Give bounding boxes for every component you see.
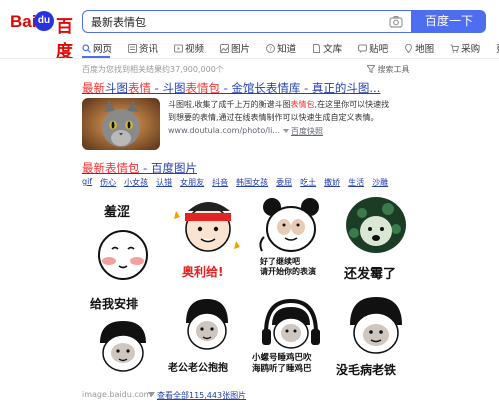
tag-girlfriend[interactable]: 女朋友 bbox=[180, 177, 204, 188]
search-button[interactable]: 百度一下 bbox=[412, 10, 486, 33]
tab-label: 知道 bbox=[277, 44, 297, 55]
image-grid: 羞涩 奥利给! 好了继续吧 请开始你的表演 还发霉了 给我安排 老公老公抱抱 小… bbox=[82, 191, 417, 385]
header-divider bbox=[0, 58, 499, 59]
doc-icon bbox=[313, 43, 321, 53]
snapshot-label: 百度快照 bbox=[291, 127, 323, 136]
map-icon bbox=[405, 43, 413, 53]
tab-purchase[interactable]: 采购 bbox=[450, 40, 480, 56]
title-highlight: 表情 bbox=[128, 81, 151, 95]
image-tag-list: gif 伤心 小女孩 认错 女朋友 抖音 韩国女孩 委屈 吃土 撒娇 生活 沙雕 bbox=[82, 177, 396, 188]
caret-down-icon bbox=[283, 129, 289, 133]
meme-image-aoligei[interactable]: 奥利给! bbox=[166, 191, 248, 287]
title-text: - 百度图片 bbox=[139, 161, 197, 175]
tab-label: 视频 bbox=[185, 44, 205, 55]
tag-life[interactable]: 生活 bbox=[348, 177, 364, 188]
question-icon: ? bbox=[266, 43, 276, 53]
camera-icon[interactable] bbox=[389, 15, 403, 28]
cat-image bbox=[82, 98, 160, 150]
meme-image-headphones[interactable]: 小螺号睡鸡巴吹 海鸥听了睡鸡巴 bbox=[250, 289, 332, 385]
result-snippet: 斗图啦,收集了成千上万的衡谱斗图表情包,在这里你可以快速找到想要的表情,通过在线… bbox=[168, 98, 393, 124]
logo-text-baidu: 百度 bbox=[56, 17, 73, 61]
result-title-link[interactable]: 最新斗图表情 - 斗图表情包 - 金馆长表情库 - 真正的斗图... bbox=[82, 80, 380, 96]
title-text: - bbox=[151, 81, 163, 95]
tag-wronged[interactable]: 委屈 bbox=[276, 177, 292, 188]
title-text: 斗图 bbox=[162, 81, 186, 95]
meme-caption: 羞涩 bbox=[104, 205, 131, 220]
meme-image-no-problem[interactable]: 没毛病老铁 bbox=[334, 289, 417, 385]
tab-map[interactable]: 地图 bbox=[404, 40, 434, 56]
search-box[interactable] bbox=[82, 10, 412, 33]
tab-tieba[interactable]: 贴吧 bbox=[358, 40, 388, 56]
search-tabs: 网页 资讯 视频 图片 ? 知道 文库 贴吧 地图 采购 更多 bbox=[82, 40, 499, 56]
search-tools-label: 搜索工具 bbox=[377, 65, 410, 74]
cart-icon bbox=[450, 44, 460, 53]
result-url[interactable]: www.doutula.com/photo/li... bbox=[168, 126, 280, 135]
image-source: image.baidu.com bbox=[82, 390, 152, 399]
snippet-text: 斗图啦,收集了成千上万的衡谱斗图 bbox=[168, 100, 291, 109]
tag-sad[interactable]: 伤心 bbox=[100, 177, 116, 188]
title-text: 斗图 bbox=[105, 81, 128, 95]
title-highlight: 最新 bbox=[82, 81, 105, 95]
caret-down-icon bbox=[148, 392, 155, 397]
tab-label: 采购 bbox=[461, 44, 481, 55]
tab-wenku[interactable]: 文库 bbox=[312, 40, 342, 56]
meme-caption: 小螺号睡鸡巴吹 海鸥听了睡鸡巴 bbox=[252, 353, 312, 374]
tab-label: 网页 bbox=[93, 44, 113, 55]
news-icon bbox=[128, 43, 138, 53]
meme-caption: 还发霉了 bbox=[344, 267, 397, 282]
filter-icon bbox=[365, 65, 377, 74]
tag-korean-girl[interactable]: 韩国女孩 bbox=[236, 177, 268, 188]
meme-image-shy[interactable]: 羞涩 bbox=[82, 191, 164, 287]
view-all-label: 查看全部115,443张图片 bbox=[157, 391, 247, 400]
tag-eat-dirt[interactable]: 吃土 bbox=[300, 177, 316, 188]
meme-image-moldy[interactable]: 还发霉了 bbox=[334, 191, 417, 287]
paw-icon: du bbox=[34, 11, 54, 31]
tag-douyin[interactable]: 抖音 bbox=[212, 177, 228, 188]
meme-caption: 好了继续吧 请开始你的表演 bbox=[260, 257, 316, 276]
svg-text:?: ? bbox=[269, 46, 272, 53]
search-input[interactable] bbox=[91, 14, 381, 30]
tab-label: 贴吧 bbox=[369, 44, 389, 55]
tab-news[interactable]: 资讯 bbox=[128, 40, 158, 56]
tab-zhidao[interactable]: ? 知道 bbox=[266, 40, 296, 56]
tab-label: 图片 bbox=[231, 44, 251, 55]
tag-gif[interactable]: gif bbox=[82, 177, 92, 188]
tab-web[interactable]: 网页 bbox=[82, 40, 112, 56]
title-text: - 金馆长表情库 - 真正的斗图... bbox=[219, 81, 381, 95]
image-result-title-link[interactable]: 最新表情包 - 百度图片 bbox=[82, 160, 197, 176]
snippet-highlight: 表情包 bbox=[290, 100, 315, 109]
tag-cute[interactable]: 撒娇 bbox=[324, 177, 340, 188]
meme-image-arrange[interactable]: 给我安排 bbox=[82, 289, 164, 385]
tab-images[interactable]: 图片 bbox=[220, 40, 250, 56]
tag-little-girl[interactable]: 小女孩 bbox=[124, 177, 148, 188]
meme-image-panda-show[interactable]: 好了继续吧 请开始你的表演 bbox=[250, 191, 332, 287]
tab-video[interactable]: 视频 bbox=[174, 40, 204, 56]
tab-label: 文库 bbox=[323, 44, 343, 55]
image-icon bbox=[220, 43, 230, 53]
forum-icon bbox=[358, 44, 368, 53]
meme-caption: 没毛病老铁 bbox=[336, 363, 397, 377]
tab-label: 地图 bbox=[415, 44, 435, 55]
search-tools-button[interactable]: 搜索工具 bbox=[365, 64, 410, 75]
logo-text-bai: Bai bbox=[10, 12, 37, 31]
meme-caption: 给我安排 bbox=[90, 297, 139, 311]
tag-apologize[interactable]: 认错 bbox=[156, 177, 172, 188]
search-icon bbox=[82, 43, 91, 53]
tag-silly[interactable]: 沙雕 bbox=[372, 177, 388, 188]
title-highlight: 表情包 bbox=[185, 81, 220, 95]
video-icon bbox=[174, 44, 184, 52]
tab-label: 资讯 bbox=[139, 44, 159, 55]
snapshot-link[interactable]: 百度快照 bbox=[283, 126, 323, 137]
baidu-logo[interactable]: Bai du 百度 bbox=[10, 10, 80, 61]
meme-image-hug[interactable]: 老公老公抱抱 bbox=[166, 289, 248, 385]
meme-caption: 老公老公抱抱 bbox=[168, 363, 228, 374]
result-stats: 百度为您找到相关结果约37,900,000个 bbox=[82, 65, 224, 74]
view-all-images-link[interactable]: 查看全部115,443张图片 bbox=[148, 390, 246, 401]
title-highlight: 最新表情包 bbox=[82, 161, 140, 175]
result-thumbnail-cat[interactable] bbox=[82, 98, 160, 150]
meme-caption: 奥利给! bbox=[182, 265, 224, 279]
